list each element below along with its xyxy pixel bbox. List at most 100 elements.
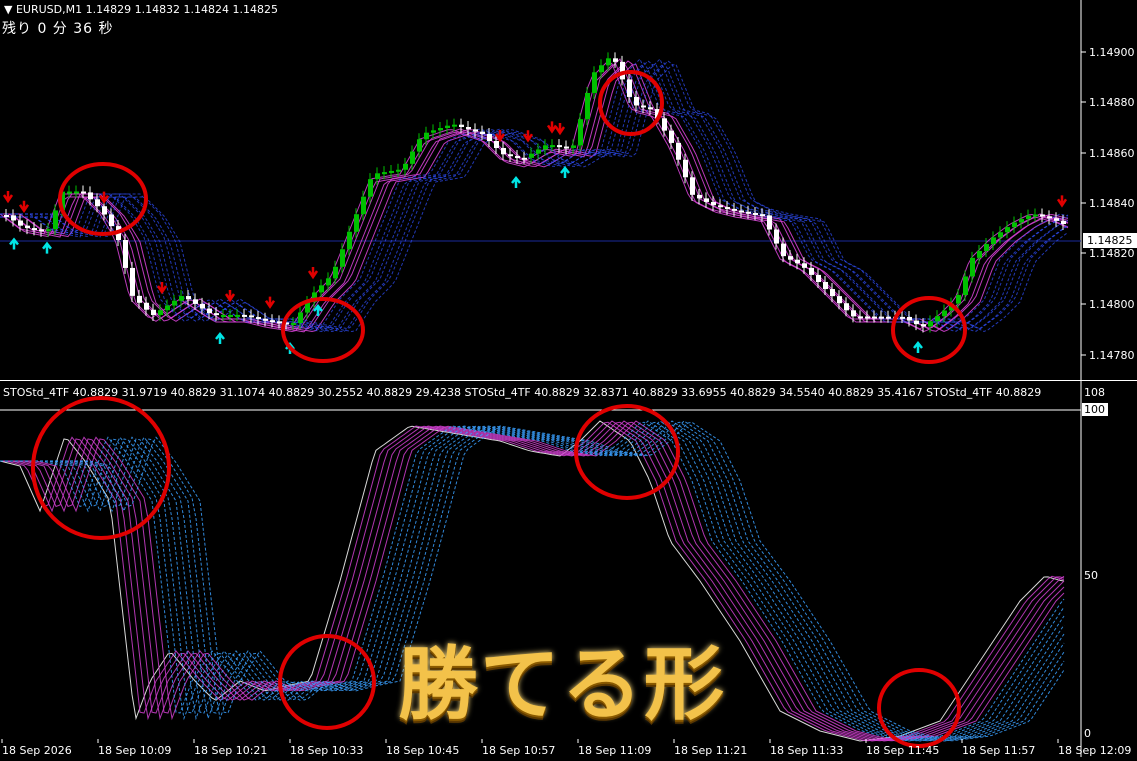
candle-body (515, 156, 520, 159)
indicator-axis-label: 108 (1084, 386, 1105, 399)
candle-body (592, 72, 597, 93)
candle-body (494, 141, 499, 149)
candle-body (109, 214, 114, 227)
candle-body (74, 191, 79, 194)
candle-body (256, 317, 261, 320)
candle-body (914, 320, 919, 325)
candle-body (403, 163, 408, 170)
candle-body (606, 58, 611, 66)
candle-body (375, 173, 380, 180)
candle-body (543, 145, 548, 150)
indicator-panel[interactable]: 108 100 50 0 18 Sep 2026 18 Sep 10:09 18 Sep … (0, 381, 1137, 757)
price-tick-label: 1.14820 (1089, 247, 1135, 260)
candle-body (767, 215, 772, 230)
candle-body (214, 313, 219, 316)
indicator-label: STOStd_4TF 40.8829 31.9719 40.8829 31.10… (3, 386, 1042, 399)
candle-body (1040, 214, 1045, 217)
indicator-axis-label: 0 (1084, 727, 1091, 740)
candle-body (963, 276, 968, 296)
candle-body (207, 308, 212, 314)
up-arrow-icon (511, 175, 521, 188)
candle-body (186, 296, 191, 300)
symbol-header: ▼ EURUSD,M1 1.14829 1.14832 1.14824 1.14… (4, 3, 279, 16)
down-arrow-icon (1056, 195, 1068, 208)
price-chart-panel[interactable]: 1.14900 1.14880 1.14860 1.14840 1.14820 1.148… (0, 0, 1137, 380)
candle-body (585, 92, 590, 120)
highlight-circle (877, 668, 961, 748)
candle-body (249, 315, 254, 318)
candle-body (781, 243, 786, 257)
candle-body (480, 131, 485, 135)
candle-body (508, 154, 513, 157)
candle-body (361, 196, 366, 215)
time-tick-label: 18 Sep 12:09 (1058, 744, 1131, 757)
candle-body (382, 172, 387, 175)
candle-body (368, 179, 373, 197)
candle-body (11, 215, 16, 221)
candle-body (81, 191, 86, 194)
down-arrow-icon (224, 290, 236, 303)
down-arrow-icon (18, 200, 30, 214)
candle-body (347, 231, 352, 250)
candle-body (872, 316, 877, 319)
candle-body (928, 321, 933, 327)
candle-body (970, 257, 975, 277)
indicator-axis-label: 100 (1084, 403, 1105, 416)
candle-body (732, 208, 737, 211)
candle-body (991, 237, 996, 245)
candle-body (1047, 216, 1052, 219)
up-arrow-icon (913, 340, 923, 353)
candle-body (830, 289, 835, 297)
candle-body (676, 142, 681, 160)
time-tick-label: 18 Sep 11:57 (962, 744, 1035, 757)
candle-body (340, 249, 345, 267)
price-tick-label: 1.14860 (1089, 147, 1135, 160)
candle-body (613, 58, 618, 62)
candle-body (641, 105, 646, 108)
candle-body (473, 129, 478, 132)
bar-countdown: 残り 0 分 36 秒 (2, 21, 114, 37)
candle-body (445, 125, 450, 129)
candle-body (144, 302, 149, 310)
candle-body (410, 151, 415, 164)
candle-body (704, 198, 709, 202)
candle-body (130, 267, 135, 296)
candle-body (319, 285, 324, 293)
candle-body (718, 205, 723, 208)
candle-body (599, 65, 604, 73)
candle-body (578, 119, 583, 146)
candle-body (277, 321, 282, 324)
time-tick-label: 18 Sep 2026 (2, 744, 72, 757)
candle-body (25, 225, 30, 229)
price-tick-label: 1.14780 (1089, 349, 1135, 362)
candle-body (1005, 227, 1010, 233)
candle-body (39, 229, 44, 232)
up-arrow-icon (42, 241, 52, 254)
candle-body (389, 170, 394, 173)
candle-body (753, 212, 758, 215)
down-arrow-icon (2, 191, 14, 204)
candle-body (221, 315, 226, 318)
candle-body (977, 250, 982, 258)
candle-body (809, 267, 814, 275)
time-tick-label: 18 Sep 11:09 (578, 744, 651, 757)
candle-body (816, 274, 821, 282)
down-arrow-icon (307, 267, 319, 280)
price-tick-label: 1.14840 (1089, 197, 1135, 210)
candle-body (550, 145, 555, 148)
candle-body (627, 79, 632, 97)
candle-body (333, 266, 338, 279)
price-axis: 1.149001.148801.148601.148401.148201.148… (1081, 46, 1135, 362)
candle-body (886, 316, 891, 319)
candle-body (935, 316, 940, 322)
candle-body (956, 295, 961, 304)
candle-body (536, 149, 541, 154)
candle-body (1061, 220, 1066, 225)
price-chart-canvas[interactable]: 1.149001.148801.148601.148401.148201.148… (0, 0, 1137, 380)
candle-body (795, 259, 800, 264)
candle-body (424, 132, 429, 140)
candle-body (228, 314, 233, 317)
time-tick-label: 18 Sep 11:21 (674, 744, 747, 757)
candle-body (648, 107, 653, 110)
candle-body (326, 278, 331, 286)
